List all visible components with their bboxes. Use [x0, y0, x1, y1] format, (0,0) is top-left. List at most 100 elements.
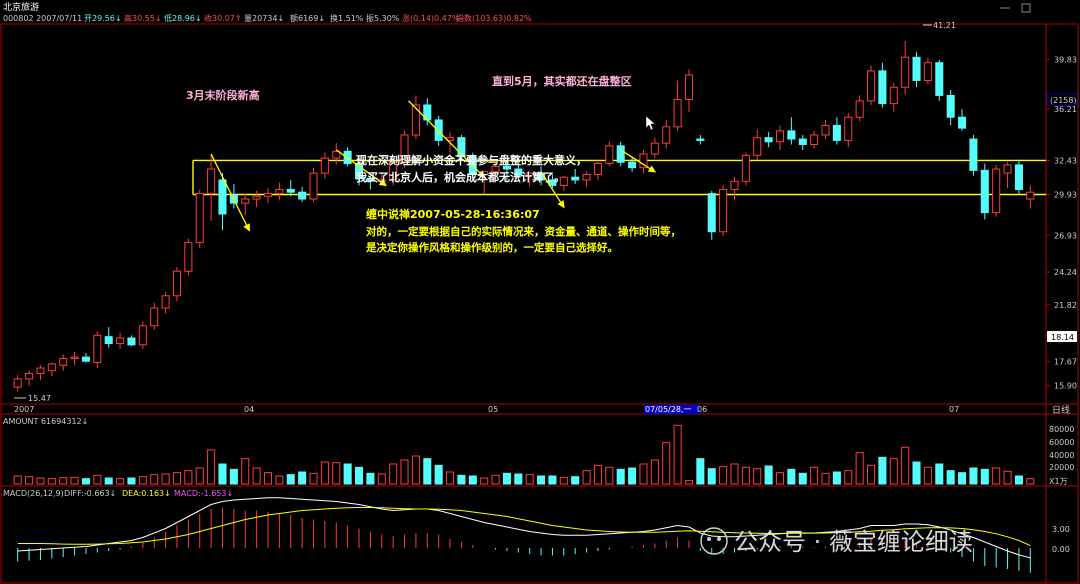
candle-body	[298, 191, 307, 200]
period-label[interactable]: 日线	[1052, 404, 1070, 416]
candle-body	[958, 116, 967, 129]
current-price: 18.14	[1051, 333, 1074, 342]
candle-body	[411, 104, 420, 136]
candle-body	[605, 145, 614, 165]
volume-bar	[298, 471, 307, 485]
candle-body	[138, 325, 147, 346]
macd-diff: DIFF:-0.663↓	[64, 489, 116, 498]
macd-dea: DEA:0.163↓	[122, 489, 171, 498]
candle	[866, 65, 876, 105]
candle-body	[582, 173, 591, 181]
volume-bar	[207, 449, 216, 485]
volume-bar	[559, 476, 568, 485]
price-tick-label: 24.24	[1054, 268, 1077, 277]
volume-bar	[753, 468, 762, 485]
volume-bar	[104, 477, 113, 485]
date-label-06: 06	[697, 405, 707, 414]
volume-bar	[958, 472, 967, 485]
candle-body	[935, 62, 944, 96]
quote-title: 缠中说禅2007-05-28-16:36:07	[366, 207, 540, 221]
candle-body	[1003, 164, 1012, 174]
volume-bar	[138, 476, 147, 485]
volume-bar	[434, 464, 443, 485]
volume-bar	[195, 467, 204, 485]
candle	[184, 238, 193, 276]
volume-bar	[741, 466, 750, 485]
peak-annotation: 3月末阶段新高	[186, 88, 260, 102]
candle-body	[127, 337, 136, 346]
volume-bar	[1003, 470, 1012, 485]
watermark-text: 公众号 · 薇宝缠论细读	[734, 528, 973, 556]
volume-bar	[878, 456, 887, 485]
candle-body	[832, 124, 841, 141]
volume-bar	[184, 470, 193, 485]
volume-bar	[480, 477, 489, 485]
volume-bar	[468, 475, 477, 485]
volume-bar	[593, 464, 602, 485]
candle-body	[434, 119, 443, 141]
candle-body	[172, 270, 182, 297]
macd-title: MACD(26,12,9)	[3, 489, 64, 498]
candle-body	[275, 188, 284, 195]
candle-body	[787, 130, 796, 140]
note-line-2: 我买了北京人后，机会成本都无法计算了。	[356, 170, 565, 184]
volume-bar	[775, 472, 785, 485]
candle	[138, 321, 147, 349]
volume-bar	[127, 477, 136, 485]
volume-bar	[684, 480, 694, 485]
candle-body	[36, 367, 45, 374]
volume-title: AMOUNT 61694312↓	[3, 417, 88, 426]
high-price-label: 41.21	[933, 21, 956, 30]
candle-body	[673, 99, 682, 128]
box-label: (2158)	[1050, 96, 1077, 105]
volume-bar	[93, 474, 102, 485]
candle-body	[47, 363, 56, 372]
turnover-value: 换1.51%	[330, 13, 364, 23]
volume-bar	[275, 475, 284, 485]
candle-body	[616, 145, 625, 163]
volume-bar	[969, 467, 978, 485]
candle-body	[969, 138, 978, 171]
volume-bar	[25, 476, 34, 485]
candle-body	[309, 172, 318, 200]
volume-bar	[172, 472, 182, 485]
candle	[969, 134, 978, 176]
volume-bar	[229, 468, 238, 485]
candle-body	[798, 138, 807, 145]
volume-bar	[286, 474, 295, 485]
date-label-05: 05	[488, 405, 498, 414]
date-label-07: 07	[949, 405, 959, 414]
volume-bar	[844, 470, 853, 485]
volume-bar	[764, 465, 773, 485]
quote-line-2: 是决定你操作风格和操作级别的，一定要自己选择好。	[365, 241, 618, 254]
volume-bar	[502, 472, 511, 485]
change-value: 涨(0.14)0.47%	[402, 13, 460, 23]
volume-bar	[571, 476, 580, 485]
volume-bar	[628, 467, 637, 485]
candle-body	[844, 116, 853, 141]
candle-body	[889, 86, 898, 105]
volume-bar	[810, 466, 819, 485]
vol-tick-20000: 20000	[1049, 463, 1074, 472]
volume-value: 量20734↓	[244, 14, 284, 23]
candle-body	[116, 337, 125, 344]
volume-bar	[116, 478, 125, 485]
volume-bar	[980, 468, 989, 485]
volume-bar	[491, 474, 500, 485]
price-tick-label: 15.90	[1054, 382, 1077, 391]
volume-bar	[912, 461, 921, 485]
volume-bar	[400, 459, 409, 485]
volume-bar	[901, 446, 910, 485]
candle	[980, 163, 989, 220]
low-price-label: 15.47	[28, 394, 51, 403]
date-label-2007: 2007	[14, 405, 34, 414]
candle-body	[730, 180, 739, 190]
volume-bar	[389, 463, 398, 485]
candle-body	[218, 179, 227, 215]
vol-tick-40000: 40000	[1049, 451, 1074, 460]
volume-bar	[218, 463, 227, 485]
candle-body	[320, 157, 329, 174]
volume-bar	[821, 472, 830, 485]
volume-bar	[446, 471, 455, 485]
volume-bar	[616, 468, 625, 485]
